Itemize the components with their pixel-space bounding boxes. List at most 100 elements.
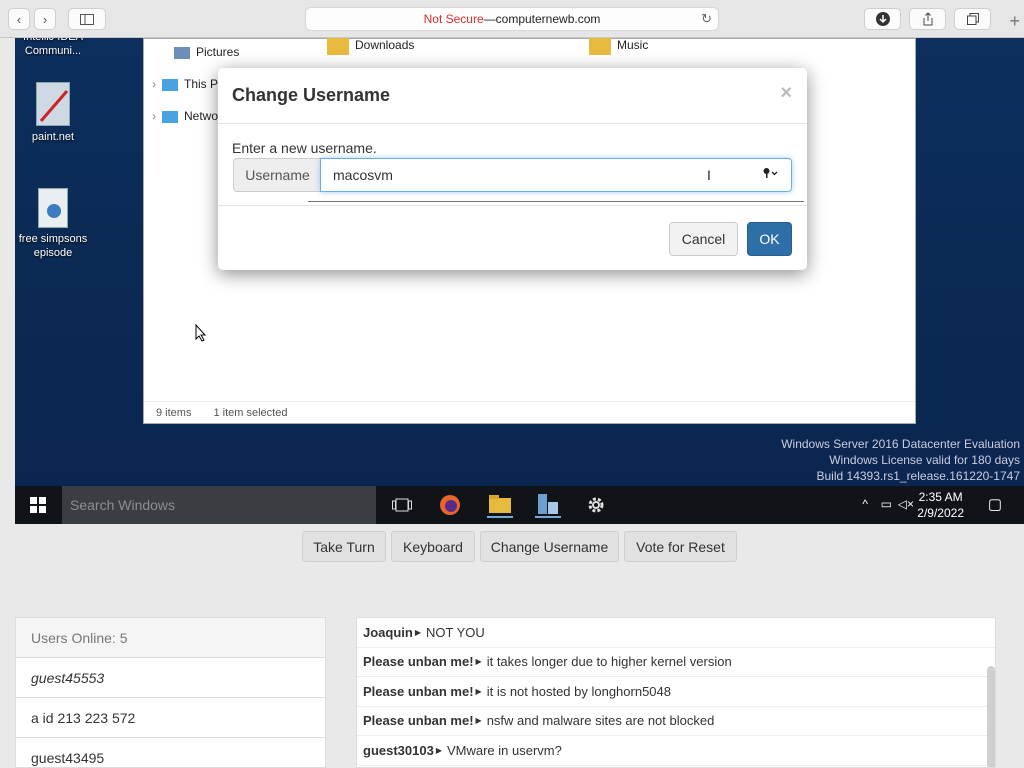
download-icon[interactable]: [864, 8, 901, 30]
watermark-line-2: Windows License valid for 180 days: [829, 453, 1020, 467]
music-folder-icon: [589, 38, 611, 55]
network-tray-icon[interactable]: ▭: [881, 497, 892, 511]
new-tab-icon[interactable]: +: [1009, 12, 1020, 30]
action-center-icon[interactable]: ▢: [988, 495, 1002, 513]
downloads-label: Downloads: [355, 38, 415, 53]
username-prompt: Enter a new username.: [232, 140, 377, 156]
taskbar-search[interactable]: Search Windows: [62, 486, 376, 524]
address-bar[interactable]: Not Secure — computernewb.com ↻: [305, 7, 719, 31]
chat-text: VMware in uservm?: [446, 742, 562, 758]
caret-right-icon: ▶: [475, 686, 482, 696]
desktop-icon-paintnet[interactable]: paint.net: [15, 82, 93, 144]
task-view-icon[interactable]: [389, 492, 415, 518]
vote-reset-button[interactable]: Vote for Reset: [624, 531, 737, 562]
downloads-folder-icon: [327, 38, 349, 55]
caret-right-icon: ▶: [435, 745, 442, 755]
chat-text: nsfw and malware sites are not blocked: [486, 713, 715, 729]
back-icon[interactable]: ‹: [8, 8, 30, 30]
reload-icon[interactable]: ↻: [701, 11, 712, 27]
username-input-value: macosvm: [333, 167, 393, 183]
expand-icon: ›: [152, 109, 156, 123]
watermark-line-1: Windows Server 2016 Datacenter Evaluatio…: [781, 437, 1020, 451]
user-list-item[interactable]: guest43495: [16, 738, 325, 768]
chat-message: Please unban me! ▶ it takes longer due to …: [357, 648, 995, 677]
clock-time: 2:35 AM: [918, 490, 963, 504]
modal-body: Enter a new username. Username macosvm I: [218, 124, 807, 206]
users-online-header: Users Online: 5: [16, 618, 325, 658]
change-username-button[interactable]: Change Username: [480, 531, 619, 562]
sidebar-icon[interactable]: [68, 8, 106, 30]
selection-count: 1 item selected: [213, 406, 288, 419]
username-addon-label: Username: [233, 158, 321, 192]
change-username-modal: Change Username × Enter a new username. …: [218, 68, 807, 270]
chat-scrollbar[interactable]: [987, 666, 995, 767]
simpsons-label: free simpsons episode: [18, 233, 88, 259]
music-label: Music: [617, 38, 649, 53]
cancel-button[interactable]: Cancel: [669, 222, 738, 256]
caret-right-icon: ▶: [414, 627, 421, 637]
close-icon[interactable]: ×: [780, 82, 792, 105]
forward-icon[interactable]: ›: [34, 8, 56, 30]
modal-title: Change Username: [232, 85, 391, 105]
media-file-icon: [38, 188, 68, 228]
desktop-icon-intellij[interactable]: IntelliJ IDEA Communi...: [15, 38, 93, 58]
user-list-item[interactable]: a id 213 223 572: [16, 698, 325, 738]
settings-gear-icon[interactable]: [583, 492, 609, 518]
ok-button[interactable]: OK: [747, 222, 792, 256]
chat-message: Please unban me! ▶ nsfw and malware sites …: [357, 707, 995, 736]
chat-user: Please unban me!: [363, 654, 474, 670]
nav-pictures[interactable]: Pictures: [174, 45, 239, 59]
firefox-icon[interactable]: [437, 492, 463, 518]
nav-network[interactable]: › Network: [152, 109, 228, 123]
pictures-icon: [174, 46, 190, 59]
this-pc-icon: [162, 78, 178, 91]
chat-user: Please unban me!: [363, 683, 474, 699]
vm-action-buttons: Take Turn Keyboard Change Username Vote …: [0, 531, 1024, 563]
folder-music[interactable]: Music: [589, 38, 648, 55]
chat-text: it takes longer due to higher kernel ver…: [486, 654, 732, 670]
chat-user: Please unban me!: [363, 713, 474, 729]
server-manager-icon[interactable]: [535, 492, 561, 518]
caret-right-icon: ▶: [475, 716, 482, 726]
chat-text: NOT YOU: [426, 624, 485, 640]
chat-user: Joaquin: [363, 624, 413, 640]
chat-message: Joaquin ▶ NOT YOU: [357, 618, 995, 648]
file-explorer-taskbar-icon[interactable]: [487, 492, 513, 518]
nav-this-pc[interactable]: › This PC: [152, 77, 227, 91]
desktop-icon-simpsons[interactable]: free simpsons episode: [15, 188, 93, 260]
expand-icon: ›: [152, 77, 156, 91]
password-key-icon[interactable]: [763, 167, 779, 182]
take-turn-button[interactable]: Take Turn: [302, 531, 386, 562]
volume-icon[interactable]: ◁×: [898, 497, 914, 511]
paintnet-label: paint.net: [31, 131, 75, 143]
text-cursor-icon: I: [707, 167, 711, 183]
username-input[interactable]: macosvm I: [320, 158, 792, 192]
chat-user: guest30103: [363, 742, 434, 758]
user-list-item[interactable]: guest45553: [16, 658, 325, 698]
input-underline: [308, 201, 804, 202]
windows-logo-icon: [30, 497, 46, 513]
network-icon: [162, 110, 178, 123]
windows-taskbar: Search Windows ^ ▭ ◁× 2:35 AM 2/9/2022 ▢: [15, 486, 1024, 524]
chevron-up-icon[interactable]: ^: [862, 497, 868, 511]
start-button[interactable]: [15, 486, 61, 524]
clock-date: 2/9/2022: [917, 506, 964, 520]
keyboard-button[interactable]: Keyboard: [391, 531, 475, 562]
nav-pictures-label: Pictures: [196, 45, 240, 59]
taskbar-clock[interactable]: 2:35 AM 2/9/2022: [917, 489, 964, 521]
folder-downloads[interactable]: Downloads: [327, 38, 414, 55]
not-secure-label: Not Secure: [423, 12, 484, 26]
watermark-line-3: Build 14393.rs1_release.161220-1747: [816, 469, 1021, 483]
url-separator: —: [483, 12, 496, 26]
tabs-icon[interactable]: [954, 8, 991, 30]
users-online-panel: Users Online: 5 guest45553 a id 213 223 …: [15, 617, 326, 768]
chat-text: it is not hosted by longhorn5048: [486, 683, 672, 699]
browser-toolbar: ‹ › Not Secure — computernewb.com ↻ +: [0, 0, 1024, 38]
paintnet-icon: [36, 82, 70, 126]
intellij-label: IntelliJ IDEA Communi...: [23, 38, 83, 57]
mouse-cursor-icon: [195, 323, 207, 347]
caret-right-icon: ▶: [475, 657, 482, 667]
chat-message: Please unban me! ▶ it is not hosted by lon…: [357, 677, 995, 707]
chat-message: guest30103 ▶ VMware in uservm?: [357, 736, 995, 766]
share-icon[interactable]: [909, 8, 946, 30]
